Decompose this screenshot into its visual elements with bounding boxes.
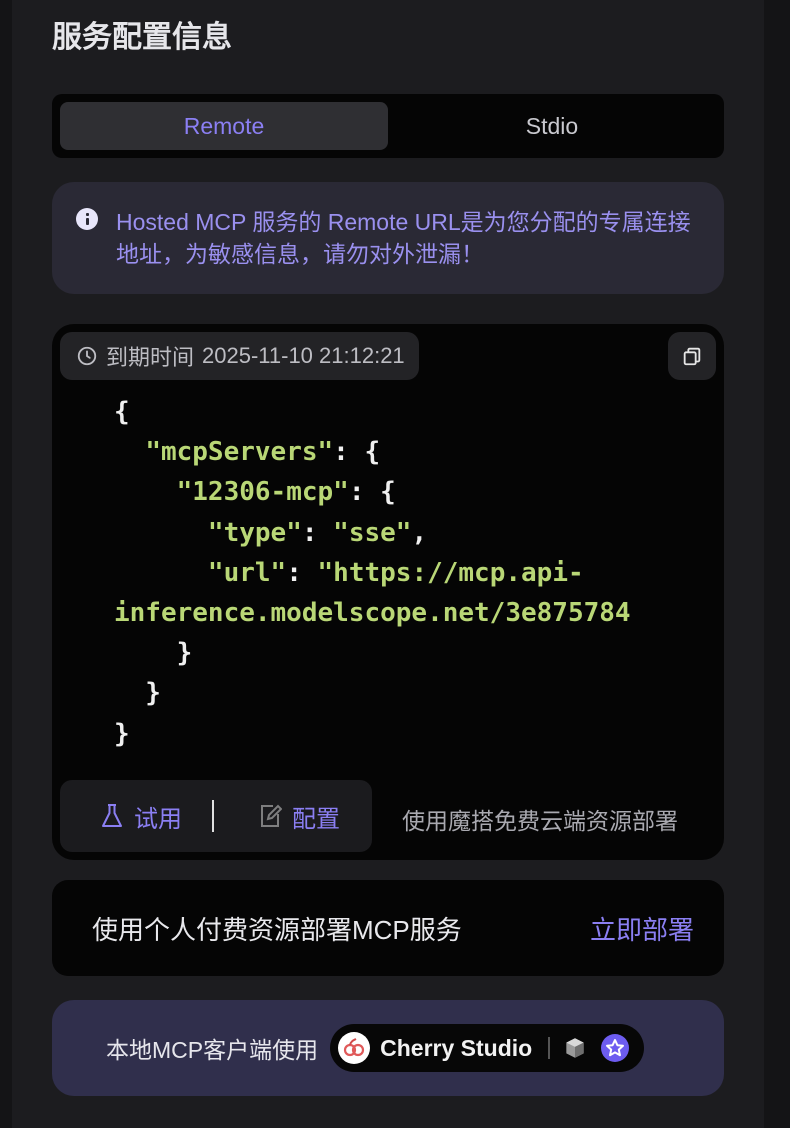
- notice-text: Hosted MCP 服务的 Remote URL是为您分配的专属连接地址，为敏…: [116, 209, 691, 267]
- tab-stdio[interactable]: Stdio: [388, 102, 716, 150]
- paid-deploy-row: 使用个人付费资源部署MCP服务 立即部署: [52, 880, 724, 976]
- deploy-now-link[interactable]: 立即部署: [590, 910, 694, 947]
- action-divider: [212, 800, 214, 832]
- code-type-value: sse: [348, 517, 396, 548]
- tab-remote[interactable]: Remote: [60, 102, 388, 150]
- free-deploy-hint: 使用魔搭免费云端资源部署: [402, 808, 678, 834]
- code-server-name: 12306-mcp: [192, 477, 334, 508]
- expire-badge: 到期时间 2025-11-10 21:12:21: [60, 332, 419, 380]
- code-url-line1: https://mcp.api-: [333, 557, 584, 588]
- paid-deploy-text: 使用个人付费资源部署MCP服务: [92, 914, 462, 945]
- transport-tabs: Remote Stdio: [52, 94, 724, 158]
- flask-icon: [102, 804, 122, 827]
- cherry-studio-link[interactable]: Cherry Studio: [380, 1035, 532, 1062]
- mcp-config-code: { "mcpServers": { "12306-mcp": { "type":…: [114, 397, 631, 749]
- config-button[interactable]: 配置: [258, 799, 340, 834]
- edit-icon: [261, 804, 282, 827]
- config-code-card: 到期时间 2025-11-10 21:12:21 { "mcpServers":…: [52, 324, 724, 860]
- cube-app-icon[interactable]: [560, 1033, 590, 1063]
- local-client-row: 本地MCP客户端使用 Cherry Studio: [52, 1000, 724, 1096]
- code-url-line2: inference.modelscope.net/3e875784: [114, 598, 631, 629]
- section-title: 服务配置信息: [52, 21, 232, 54]
- action-bar: 试用 配置: [60, 780, 372, 852]
- local-client-label: 本地MCP客户端使用: [106, 1037, 319, 1063]
- config-label: 配置: [292, 805, 340, 833]
- star-app-icon[interactable]: [600, 1033, 630, 1063]
- try-label: 试用: [134, 805, 182, 833]
- try-button[interactable]: 试用: [100, 799, 182, 834]
- clock-icon: [77, 346, 97, 366]
- expire-label: 到期时间: [106, 345, 195, 370]
- info-icon: [76, 208, 98, 230]
- cherry-studio-icon: [338, 1032, 371, 1064]
- expire-time: 2025-11-10 21:12:21: [202, 343, 405, 368]
- copy-icon: [683, 347, 701, 366]
- copy-button[interactable]: [668, 332, 716, 380]
- code-root-key: mcpServers: [160, 437, 318, 468]
- security-notice: Hosted MCP 服务的 Remote URL是为您分配的专属连接地址，为敏…: [52, 182, 724, 294]
- code-url-key: url: [223, 557, 271, 588]
- pill-divider: [548, 1037, 551, 1059]
- code-type-key: type: [223, 517, 287, 548]
- client-selector: Cherry Studio: [330, 1024, 645, 1072]
